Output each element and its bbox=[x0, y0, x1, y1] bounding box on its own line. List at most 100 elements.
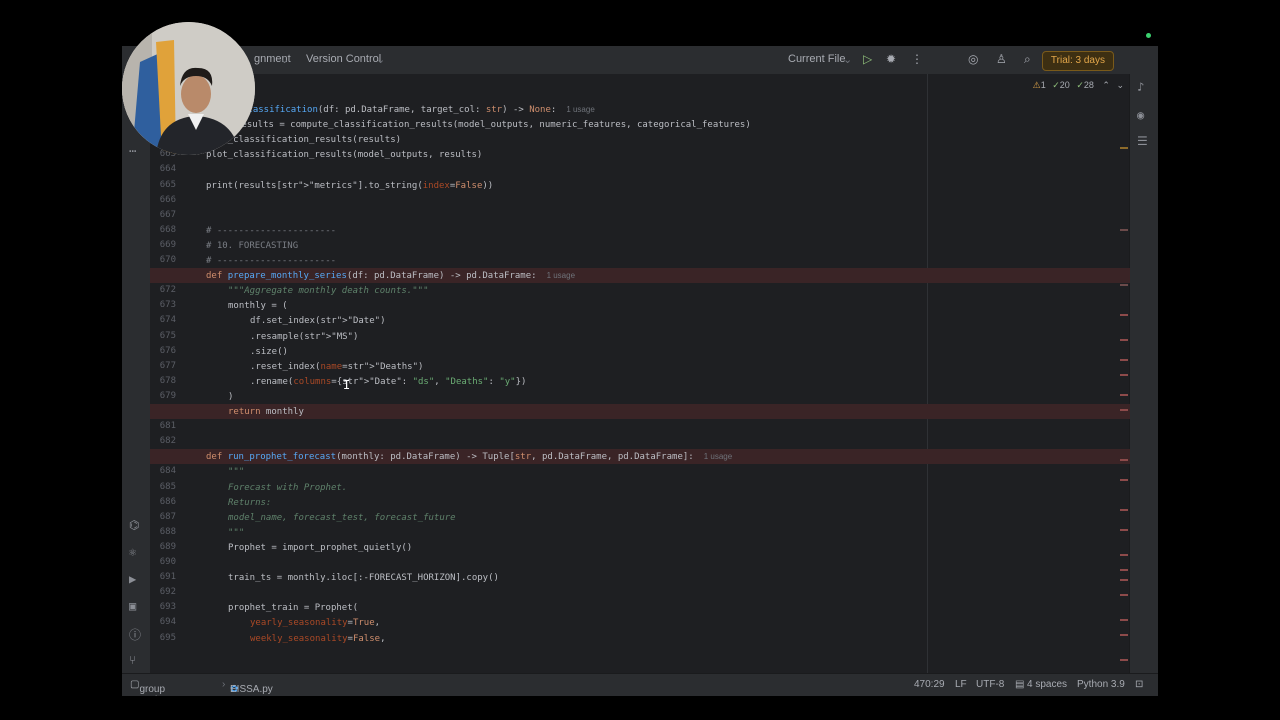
code-line[interactable]: .size() bbox=[250, 346, 288, 358]
code-line[interactable]: return monthly bbox=[228, 406, 304, 418]
code-line[interactable]: Forecast with Prophet. bbox=[228, 482, 347, 494]
typo-icon: ✓ bbox=[1076, 80, 1084, 90]
scrollbar-marker[interactable] bbox=[1120, 359, 1128, 361]
code-line[interactable]: # ---------------------- bbox=[206, 225, 336, 237]
git-icon[interactable]: ⑂ bbox=[129, 653, 136, 667]
scrollbar-marker[interactable] bbox=[1120, 594, 1128, 596]
code-line[interactable]: model_name, forecast_test, forecast_futu… bbox=[228, 512, 456, 524]
python-packages-icon[interactable]: ⌬ bbox=[129, 518, 139, 532]
line-number: 688 bbox=[159, 526, 176, 537]
scrollbar-marker[interactable] bbox=[1120, 509, 1128, 511]
caret-position[interactable]: 470:29 bbox=[914, 679, 945, 690]
scrollbar-marker[interactable] bbox=[1120, 619, 1128, 621]
line-number: 669 bbox=[159, 239, 176, 250]
scrollbar-marker[interactable] bbox=[1120, 659, 1128, 661]
scrollbar-marker[interactable] bbox=[1120, 479, 1128, 481]
code-line[interactable]: """ bbox=[228, 466, 244, 478]
chevron-up-icon[interactable]: ⌃ bbox=[1102, 80, 1110, 90]
scrollbar-marker[interactable] bbox=[1120, 459, 1128, 461]
user-icon[interactable]: ♙ bbox=[996, 52, 1007, 66]
scrollbar-marker[interactable] bbox=[1120, 529, 1128, 531]
lock-icon[interactable]: ⊡ bbox=[1135, 679, 1143, 690]
chevron-down-icon: ⌄ bbox=[843, 54, 853, 66]
python-console-icon[interactable]: ⚛ bbox=[129, 545, 136, 559]
run-icon[interactable]: ▷ bbox=[863, 52, 872, 66]
line-number: 667 bbox=[159, 209, 176, 220]
scrollbar-marker[interactable] bbox=[1120, 284, 1128, 286]
weak-warning-icon: ✓ bbox=[1052, 80, 1060, 90]
code-line[interactable]: ) bbox=[228, 391, 233, 403]
scrollbar-marker[interactable] bbox=[1120, 634, 1128, 636]
scrollbar-marker[interactable] bbox=[1120, 314, 1128, 316]
code-line[interactable]: print(results[str">"metrics"].to_string(… bbox=[206, 180, 493, 192]
file-encoding[interactable]: UTF-8 bbox=[976, 679, 1004, 690]
status-bar: ▢ group assigment › ✿ EISSA.py 470:29 LF… bbox=[122, 673, 1158, 696]
terminal-icon[interactable]: ▣ bbox=[129, 599, 136, 613]
project-breadcrumb[interactable]: ▢ group assigment bbox=[130, 679, 185, 696]
line-separator[interactable]: LF bbox=[955, 679, 967, 690]
version-control-menu[interactable]: Version Control bbox=[306, 53, 381, 65]
code-line[interactable]: Prophet = import_prophet_quietly() bbox=[228, 542, 412, 554]
more-tools-icon[interactable]: ⋯ bbox=[129, 144, 136, 158]
database-icon[interactable]: ☰ bbox=[1137, 134, 1148, 148]
scrollbar-marker[interactable] bbox=[1120, 569, 1128, 571]
line-number: 682 bbox=[159, 436, 176, 447]
line-number: 677 bbox=[159, 360, 176, 371]
chevron-down-icon[interactable]: ⌄ bbox=[1116, 80, 1124, 90]
line-number: 692 bbox=[159, 587, 176, 598]
code-line[interactable]: def prepare_monthly_series(df: pd.DataFr… bbox=[206, 270, 575, 282]
inspection-widget[interactable]: ⚠1 ✓20 ✓28 ⌃ ⌄ bbox=[1033, 80, 1124, 91]
usage-hint[interactable]: 1 usage bbox=[566, 105, 594, 114]
code-line[interactable]: # 10. FORECASTING bbox=[206, 240, 298, 252]
code-line[interactable]: .resample(str">"MS") bbox=[250, 331, 358, 343]
indent-setting[interactable]: 4 spaces bbox=[1027, 679, 1067, 690]
ai-assistant-icon[interactable]: ◉ bbox=[1137, 108, 1144, 122]
python-interpreter[interactable]: Python 3.9 bbox=[1077, 679, 1125, 690]
code-line[interactable]: df.set_index(str">"Date") bbox=[250, 315, 386, 327]
scrollbar-marker[interactable] bbox=[1120, 554, 1128, 556]
scrollbar-marker[interactable] bbox=[1120, 409, 1128, 411]
notification-icon[interactable]: ♪ bbox=[1137, 80, 1144, 94]
more-icon[interactable]: ⋮ bbox=[911, 52, 923, 66]
ai-icon[interactable]: ◎ bbox=[968, 52, 978, 66]
scrollbar-marker[interactable] bbox=[1120, 374, 1128, 376]
text-cursor-icon: I bbox=[343, 378, 351, 392]
code-line[interactable]: def run_prophet_forecast(monthly: pd.Dat… bbox=[206, 451, 732, 463]
search-icon[interactable]: ⌕ bbox=[1024, 52, 1031, 67]
left-tool-strip: ⋯ ⌬ ⚛ ▶ ▣ ⓘ ⑂ bbox=[122, 74, 151, 674]
code-editor[interactable]: ⚠1 ✓20 ✓28 ⌃ ⌄ classification(df: pd.Dat… bbox=[150, 74, 1130, 674]
line-number: 687 bbox=[159, 511, 176, 522]
webcam-overlay bbox=[122, 22, 255, 155]
code-line[interactable]: # ---------------------- bbox=[206, 255, 336, 267]
debug-icon[interactable]: ✹ bbox=[886, 52, 896, 66]
usage-hint[interactable]: 1 usage bbox=[704, 452, 732, 461]
code-line[interactable]: weekly_seasonality=False, bbox=[250, 633, 385, 645]
code-line[interactable]: classification(df: pd.DataFrame, target_… bbox=[242, 104, 595, 116]
code-line[interactable]: Returns: bbox=[228, 497, 271, 509]
code-line[interactable]: """ bbox=[228, 527, 244, 539]
usage-hint[interactable]: 1 usage bbox=[547, 271, 575, 280]
code-line[interactable]: plot_classification_results(model_output… bbox=[206, 149, 482, 161]
code-line[interactable]: prophet_train = Prophet( bbox=[228, 602, 358, 614]
scrollbar-marker[interactable] bbox=[1120, 147, 1128, 149]
line-number: 676 bbox=[159, 345, 176, 356]
scrollbar-marker[interactable] bbox=[1120, 229, 1128, 231]
scrollbar-marker[interactable] bbox=[1120, 394, 1128, 396]
scrollbar-marker[interactable] bbox=[1120, 339, 1128, 341]
right-margin-guide bbox=[927, 74, 928, 674]
code-line[interactable]: results = compute_classification_results… bbox=[236, 119, 751, 131]
code-line[interactable]: monthly = ( bbox=[228, 300, 288, 312]
services-icon[interactable]: ▶ bbox=[129, 572, 136, 586]
code-line[interactable]: train_ts = monthly.iloc[:-FORECAST_HORIZ… bbox=[228, 572, 499, 584]
code-line[interactable]: .rename(columns={str">"Date": "ds", "Dea… bbox=[250, 376, 526, 388]
code-line[interactable]: """Aggregate monthly death counts.""" bbox=[228, 285, 428, 297]
trial-badge[interactable]: Trial: 3 days bbox=[1041, 51, 1114, 71]
code-line[interactable]: save_classification_results(results) bbox=[206, 134, 401, 146]
problems-icon[interactable]: ⓘ bbox=[129, 626, 141, 643]
code-line[interactable]: .reset_index(name=str">"Deaths") bbox=[250, 361, 423, 373]
line-gutter[interactable]: 6626636646656666676686696706716726736746… bbox=[150, 74, 203, 674]
run-config-select[interactable]: Current File bbox=[788, 53, 845, 65]
line-number: 678 bbox=[159, 375, 176, 386]
code-line[interactable]: yearly_seasonality=True, bbox=[250, 617, 380, 629]
scrollbar-marker[interactable] bbox=[1120, 579, 1128, 581]
